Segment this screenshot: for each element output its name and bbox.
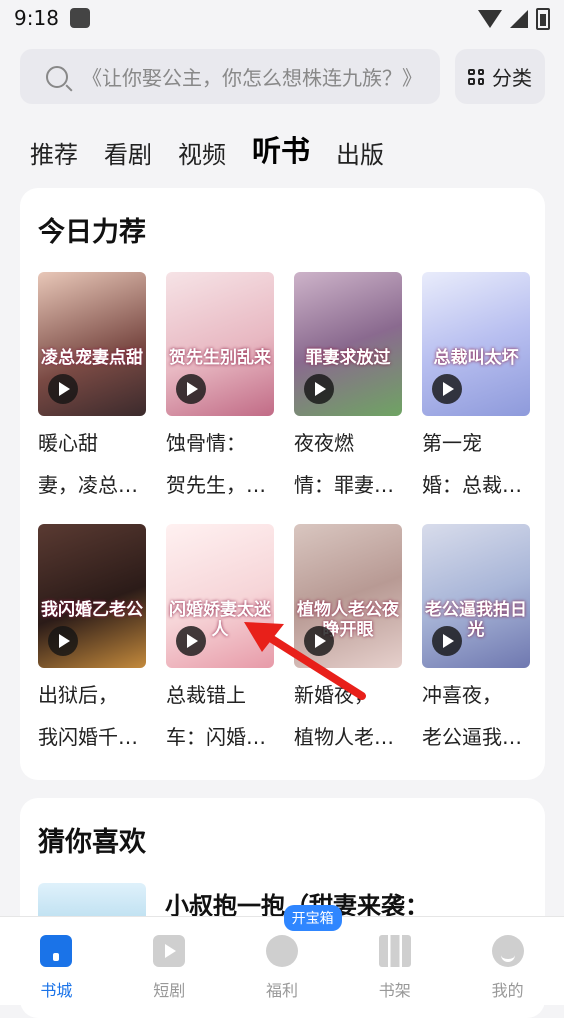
- book-title-line: 植物人老…: [294, 725, 394, 749]
- book-cover[interactable]: 凌总宠妻点甜: [38, 272, 146, 416]
- section-title: 今日力荐: [38, 217, 146, 248]
- nav-welfare[interactable]: 开宝箱 福利: [226, 905, 342, 1005]
- status-time: 9:18: [14, 6, 59, 30]
- book-title: 出狱后， 我闪婚千…: [38, 674, 148, 758]
- play-icon[interactable]: [176, 626, 206, 656]
- book-title: 蚀骨情： 贺先生，…: [166, 422, 276, 506]
- category-button-label: 分类: [492, 66, 532, 90]
- book-title-line: 婚：总裁…: [422, 473, 522, 497]
- category-button[interactable]: 分类: [455, 49, 545, 104]
- cover-title: 我闪婚乙老公: [41, 600, 143, 620]
- tab-audiobook[interactable]: 听书: [252, 128, 310, 170]
- search-bar[interactable]: 《让你娶公主，你怎么想株连九族？》: [20, 49, 440, 104]
- book-title: 第一宠 婚：总裁…: [422, 422, 532, 506]
- search-icon: [46, 65, 68, 88]
- status-icons: [478, 8, 550, 30]
- book-title-line: 蚀骨情：: [166, 431, 246, 455]
- nav-profile[interactable]: 我的: [451, 917, 564, 1005]
- cover-title: 总裁叫太坏: [433, 348, 519, 368]
- book-title-line: 妻，凌总…: [38, 473, 138, 497]
- book-item[interactable]: 贺先生别乱来 蚀骨情： 贺先生，…: [166, 272, 276, 506]
- tab-recommend[interactable]: 推荐: [30, 135, 78, 170]
- cover-title: 罪妻求放过: [305, 348, 391, 368]
- book-item[interactable]: 总裁叫太坏 第一宠 婚：总裁…: [422, 272, 532, 506]
- play-icon[interactable]: [432, 626, 462, 656]
- book-cover[interactable]: 老公逼我拍日光: [422, 524, 530, 668]
- gift-icon: [265, 935, 298, 967]
- play-icon[interactable]: [48, 374, 78, 404]
- tab-publish[interactable]: 出版: [336, 135, 384, 170]
- play-icon[interactable]: [304, 374, 334, 404]
- home-icon: [40, 935, 73, 967]
- grid-icon: [468, 68, 484, 85]
- search-placeholder: 《让你娶公主，你怎么想株连九族？》: [82, 66, 422, 90]
- cover-title: 凌总宠妻点甜: [41, 348, 143, 368]
- nav-label: 书城: [40, 981, 73, 1000]
- battery-icon: [536, 8, 550, 30]
- status-bar: 9:18: [0, 0, 564, 40]
- play-icon[interactable]: [48, 626, 78, 656]
- book-title-line: 情：罪妻…: [294, 473, 394, 497]
- book-title-line: 夜夜燃: [294, 431, 354, 455]
- book-title-line: 车：闪婚…: [166, 725, 266, 749]
- book-title-line: 我闪婚千…: [38, 725, 138, 749]
- book-title-line: 老公逼我…: [422, 725, 522, 749]
- play-icon[interactable]: [176, 374, 206, 404]
- play-icon: [153, 935, 186, 967]
- bottom-nav: 书城 短剧 开宝箱 福利 书架 我的: [0, 905, 564, 1005]
- book-title: 冲喜夜， 老公逼我…: [422, 674, 532, 758]
- book-cover[interactable]: 总裁叫太坏: [422, 272, 530, 416]
- section-title: 猜你喜欢: [38, 827, 146, 858]
- nav-label: 短剧: [153, 981, 186, 1000]
- nav-bookstore[interactable]: 书城: [0, 917, 113, 1005]
- profile-icon: [491, 935, 524, 967]
- book-cover[interactable]: 贺先生别乱来: [166, 272, 274, 416]
- book-title-line: 出狱后，: [38, 683, 118, 707]
- nav-label: 福利: [265, 981, 298, 1000]
- notification-icon: [70, 8, 90, 28]
- book-item[interactable]: 老公逼我拍日光 冲喜夜， 老公逼我…: [422, 524, 532, 758]
- play-icon[interactable]: [432, 374, 462, 404]
- cover-title: 贺先生别乱来: [169, 348, 271, 368]
- book-title: 夜夜燃 情：罪妻…: [294, 422, 404, 506]
- book-cover[interactable]: 罪妻求放过: [294, 272, 402, 416]
- book-title-line: 暖心甜: [38, 431, 98, 455]
- wifi-icon: [478, 10, 502, 28]
- signal-icon: [510, 10, 528, 28]
- nav-bookshelf[interactable]: 书架: [338, 917, 451, 1005]
- book-item[interactable]: 我闪婚乙老公 出狱后， 我闪婚千…: [38, 524, 148, 758]
- treasure-badge[interactable]: 开宝箱: [283, 905, 342, 931]
- nav-short-drama[interactable]: 短剧: [113, 917, 226, 1005]
- book-title-line: 第一宠: [422, 431, 482, 455]
- book-title-line: 冲喜夜，: [422, 683, 502, 707]
- book-item[interactable]: 凌总宠妻点甜 暖心甜 妻，凌总…: [38, 272, 148, 506]
- book-title-line: 贺先生，…: [166, 473, 266, 497]
- bookshelf-icon: [378, 935, 411, 967]
- nav-label: 书架: [378, 981, 411, 1000]
- tab-drama[interactable]: 看剧: [104, 135, 152, 170]
- tab-video[interactable]: 视频: [178, 135, 226, 170]
- annotation-arrow-icon: [244, 622, 366, 700]
- book-cover[interactable]: 我闪婚乙老公: [38, 524, 146, 668]
- top-tabs: 推荐 看剧 视频 听书 出版: [30, 128, 384, 170]
- book-title: 暖心甜 妻，凌总…: [38, 422, 148, 506]
- nav-label: 我的: [491, 981, 524, 1000]
- book-item[interactable]: 罪妻求放过 夜夜燃 情：罪妻…: [294, 272, 404, 506]
